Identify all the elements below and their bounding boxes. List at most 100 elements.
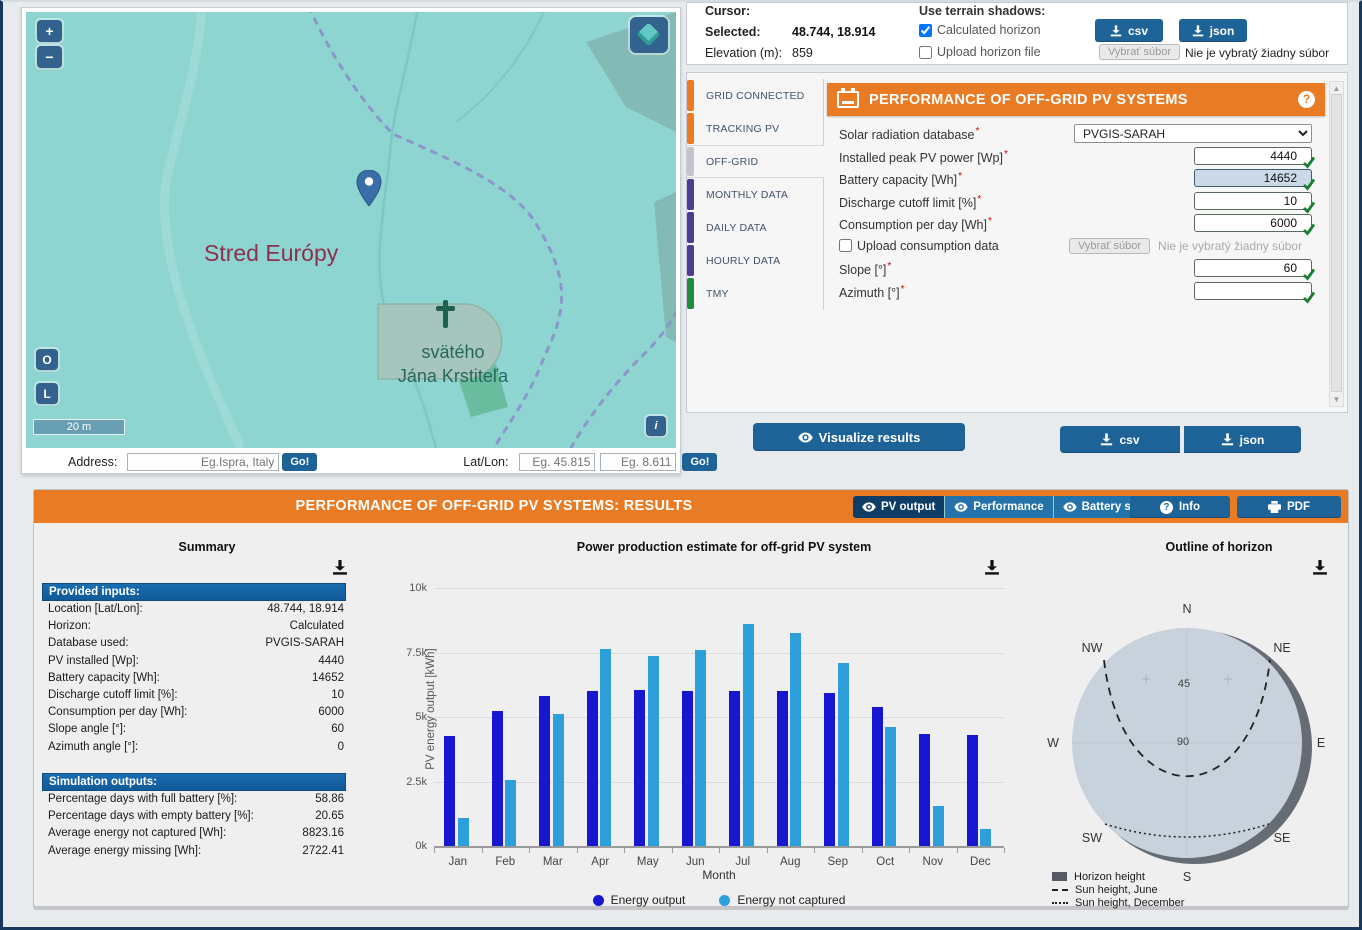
tab-monthly-data[interactable]: MONTHLY DATA [687,178,823,211]
chart-xtickmark [529,848,530,853]
summary-row-label: Discharge cutoff limit [%]: [48,688,178,701]
chart-xtickmark [814,848,815,853]
summary-section: Provided inputs: Location [Lat/Lon]: 48.74… [42,583,346,756]
lon-input[interactable] [600,453,677,471]
form-input-installed-peak-pv-power-wp-[interactable] [1194,146,1312,165]
summary-row-value: PVGIS-SARAH [265,637,344,650]
form-scrollbar[interactable]: ▲ ▼ [1329,81,1344,407]
tab-color-bar [687,147,694,176]
consumption-file-button[interactable]: Vybrať súbor [1069,237,1151,254]
results-pdf-button[interactable]: PDF [1237,496,1341,518]
offgrid-form-panel: GRID CONNECTED TRACKING PV OFF-GRID MONTHLY… [686,72,1348,413]
chart-bar-output [634,689,645,846]
scrollbar-thumb[interactable] [1331,94,1342,392]
latlon-label: Lat/Lon: [463,455,509,469]
summary-row-label: Database used: [48,637,129,650]
form-input-azimuth-[interactable] [1194,281,1312,300]
map-viewport[interactable]: + − O L 20 m i Stred Európy svätého Jána … [26,12,676,448]
chart-gridline [434,717,1004,718]
form-input-battery-capacity-wh-[interactable] [1194,169,1312,187]
chart-xtickmark [956,848,958,853]
map-zoom-in-button[interactable]: + [37,20,62,42]
summary-section-header: Simulation outputs: [42,773,346,791]
chart-bar-output [824,692,835,846]
chart-ytick: 7.5k [406,646,427,659]
tab-label: DAILY DATA [706,221,767,234]
svg-text:SW: SW [1082,831,1102,845]
form-input-discharge-cutoff-limit-[interactable] [1194,191,1312,210]
address-input[interactable] [127,453,280,471]
tab-tmy[interactable]: TMY [687,277,823,310]
summary-section: Simulation outputs: Percentage days with … [42,773,346,860]
calculated-horizon-checkbox[interactable]: Calculated horizon [919,23,1041,37]
upload-horizon-checkbox[interactable]: Upload horizon file [919,45,1041,59]
address-go-button[interactable]: Go! [282,453,318,471]
summary-row-value: Calculated [289,620,344,633]
summary-download-icon[interactable] [332,560,348,575]
help-icon[interactable]: ? [1298,91,1315,108]
chart-bar-not-captured [600,648,611,846]
tab-label: TRACKING PV [706,122,780,135]
summary-row: Azimuth angle [°]: 0 [42,739,346,756]
scrollbar-up-icon[interactable]: ▲ [1330,84,1343,93]
bar-chart: PV energy output [kWh] 0k 2.5k 5k 7.5k 10k Ja… [379,578,1039,918]
summary-row-value: 4440 [318,654,344,667]
tab-daily-data[interactable]: DAILY DATA [687,211,823,244]
selected-value: 48.744, 18.914 [792,25,876,39]
summary-section-header: Provided inputs: [42,583,346,601]
form-field-label: Slope [°]* [839,261,892,278]
tab-label: OFF-GRID [706,155,759,168]
summary-row-value: 48.744, 18.914 [267,603,344,615]
upload-horizon-input[interactable] [919,45,932,59]
horizon-json-button[interactable]: json [1179,19,1247,42]
view-button-performance[interactable]: Performance [945,496,1054,518]
horizon-csv-button[interactable]: csv [1095,19,1163,42]
calculated-horizon-input[interactable] [919,23,932,37]
scrollbar-down-icon[interactable]: ▼ [1330,395,1343,404]
tab-tracking-pv[interactable]: TRACKING PV [687,112,823,145]
summary-row-value: 0 [337,740,344,753]
form-input-consumption-per-day-wh-[interactable] [1194,214,1312,232]
results-info-button[interactable]: ? Info [1130,496,1230,518]
map-overlay-o-button[interactable]: O [36,349,58,370]
svg-text:NE: NE [1273,641,1290,655]
svg-text:N: N [1182,602,1191,616]
horizon-legend-row: Sun height, June [1052,883,1184,896]
latlon-go-button[interactable]: Go! [682,453,718,471]
chart-download-icon[interactable] [984,560,1000,575]
visualize-results-button[interactable]: Visualize results [753,423,965,451]
horizon-legend-label: Sun height, December [1075,896,1185,909]
map-layers-icon[interactable] [630,17,668,53]
form-field-label: Battery capacity [Wh]* [839,171,963,188]
tab-hourly-data[interactable]: HOURLY DATA [687,244,823,277]
map-overlay-l-button[interactable]: L [36,383,58,404]
svg-text:90: 90 [1177,736,1189,748]
form-header: PERFORMANCE OF OFF-GRID PV SYSTEMS ? [827,83,1325,116]
upload-consumption-input[interactable] [839,239,852,252]
results-json-button[interactable]: json [1184,426,1301,453]
horizon-file-button[interactable]: Vybrať súbor [1099,44,1181,60]
results-csv-button[interactable]: csv [1060,426,1180,453]
battery-icon [837,88,859,108]
tab-grid-connected[interactable]: GRID CONNECTED [687,79,823,112]
form-input-slope-[interactable] [1194,259,1312,277]
form-title: PERFORMANCE OF OFF-GRID PV SYSTEMS [869,91,1188,108]
form-field-label: Discharge cutoff limit [%]* [839,193,982,210]
database-select[interactable]: PVGIS-SARAH [1074,124,1312,143]
summary-row-value: 10 [331,688,344,701]
horizon-legend-mark [1052,901,1068,904]
horizon-legend-label: Sun height, June [1075,883,1158,896]
upload-consumption-checkbox[interactable]: Upload consumption data [839,239,999,253]
tab-off-grid[interactable]: OFF-GRID [687,145,824,178]
chart-xtick: Feb [495,856,516,868]
lat-input[interactable] [519,453,596,471]
horizon-download-icon[interactable] [1312,560,1328,575]
summary-row-value: 20.65 [315,810,344,823]
view-button-pv-output[interactable]: PV output [853,496,946,518]
map-zoom-out-button[interactable]: − [37,46,62,68]
chart-legend: Energy output Energy not captured [434,893,1004,907]
form-field-label: Installed peak PV power [Wp]* [839,148,1008,165]
address-label: Address: [68,455,118,469]
map-info-button[interactable]: i [646,416,666,436]
summary-row-label: Battery capacity [Wh]: [48,671,160,684]
